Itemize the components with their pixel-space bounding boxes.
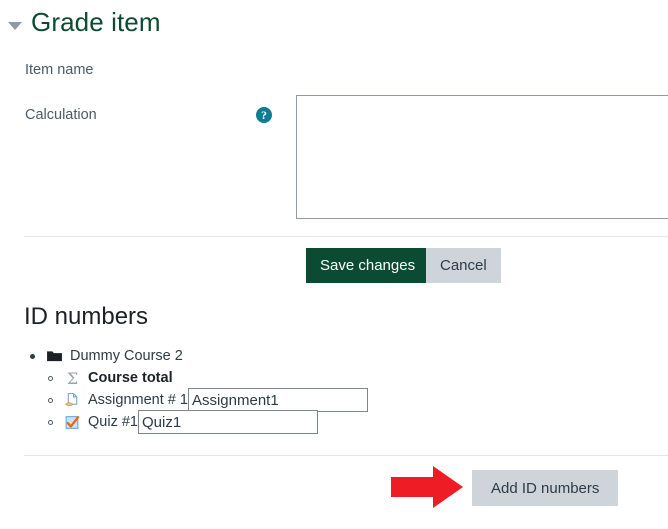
save-changes-button[interactable]: Save changes [306,248,430,283]
quiz-icon [65,415,80,429]
item-name-label: Item name [25,62,94,78]
bullet-icon [30,353,35,359]
cancel-button[interactable]: Cancel [426,248,501,283]
calculation-label: Calculation [25,107,97,123]
assignment-id-input[interactable] [187,388,368,412]
tree-item-label: Assignment # 1 [88,391,188,408]
id-numbers-tree: Dummy Course 2 Σ Course total Assignment… [24,345,454,434]
grade-item-page: Grade item Item name Calculation ? Save … [0,0,668,529]
caret-down-icon[interactable] [8,21,22,30]
quiz-id-input[interactable] [137,410,318,434]
tree-item-course[interactable]: Dummy Course 2 [24,345,454,367]
divider [24,236,668,237]
divider [24,455,668,456]
tree-item-course-total[interactable]: Σ Course total [24,367,454,389]
bullet-icon [48,375,53,381]
grade-item-section-header[interactable]: Grade item [8,7,161,38]
bullet-icon [48,419,53,425]
id-numbers-heading: ID numbers [24,303,149,330]
add-id-numbers-button[interactable]: Add ID numbers [472,470,619,506]
bullet-icon [48,397,53,403]
tree-item-label: Course total [88,369,173,386]
tree-item-label: Dummy Course 2 [70,347,183,364]
calculation-textarea[interactable] [296,95,668,219]
tree-item-label: Quiz #1 [88,413,138,430]
assignment-icon [65,392,78,406]
folder-icon [47,350,62,361]
sigma-icon: Σ [66,368,79,388]
red-arrow-right-icon [391,466,463,508]
help-circle-icon[interactable]: ? [256,107,272,123]
tree-item-assignment[interactable]: Assignment # 1 [24,388,454,412]
page-title: Grade item [31,7,161,37]
tree-item-quiz[interactable]: Quiz #1 [24,410,454,434]
